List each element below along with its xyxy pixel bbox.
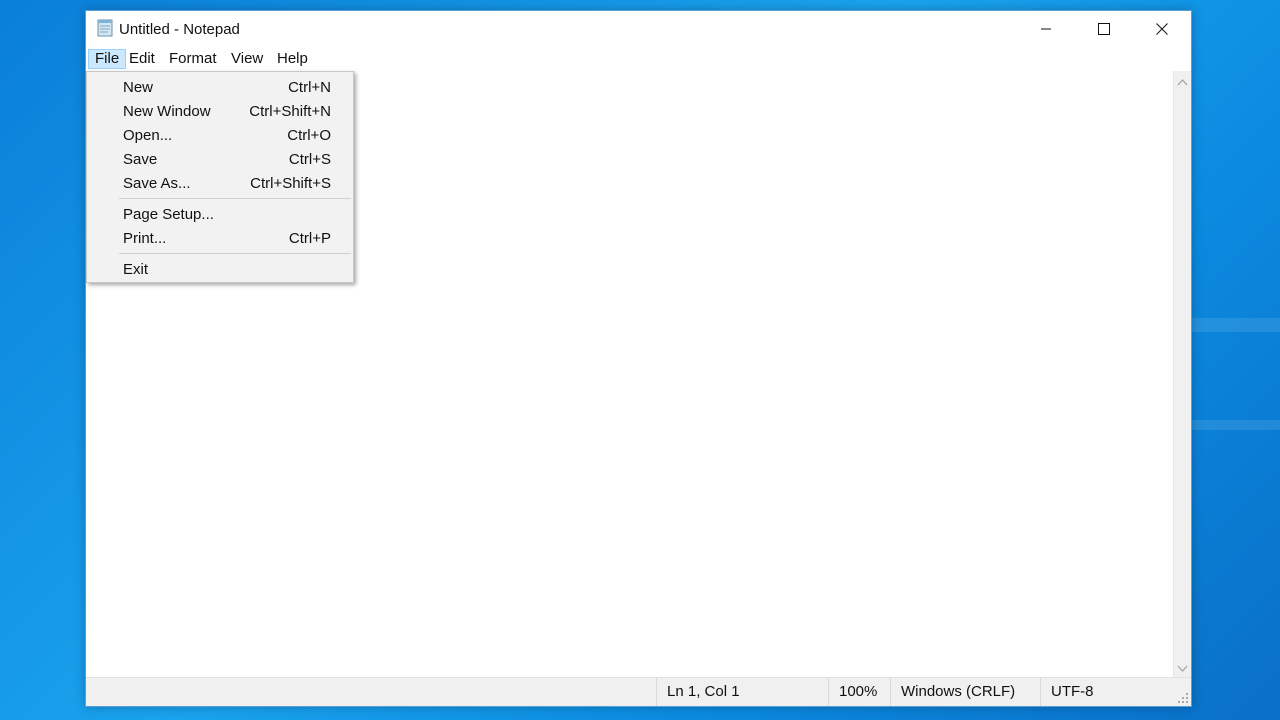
menu-item-shortcut: Ctrl+Shift+N [249,103,331,120]
menu-item-page-setup[interactable]: Page Setup... [89,203,351,227]
menu-item-shortcut: Ctrl+O [287,127,331,144]
menu-item-shortcut: Ctrl+S [288,151,331,168]
notepad-icon [97,19,113,37]
menu-item-label: Open... [123,127,173,144]
close-button[interactable] [1133,11,1191,47]
menu-separator [119,198,351,199]
status-zoom: 100% [828,678,890,706]
menu-help[interactable]: Help [271,49,314,69]
menu-item-label: New [123,79,154,96]
menu-bar: File Edit Format View Help [86,47,1191,71]
status-encoding: UTF-8 [1040,678,1173,706]
menu-item-label: Save [123,151,158,168]
minimize-icon [1041,28,1051,30]
menu-item-label: Exit [123,261,149,278]
status-bar: Ln 1, Col 1 100% Windows (CRLF) UTF-8 [86,677,1191,706]
menu-item-new-window[interactable]: New Window Ctrl+Shift+N [89,100,351,124]
vertical-scrollbar[interactable] [1173,71,1191,678]
minimize-button[interactable] [1017,11,1075,47]
menu-edit[interactable]: Edit [123,49,161,69]
menu-separator [119,253,351,254]
menu-item-new[interactable]: New Ctrl+N [89,76,351,100]
menu-item-label: Print... [123,230,167,247]
scroll-up-arrow-icon[interactable] [1177,77,1188,88]
maximize-button[interactable] [1075,11,1133,47]
menu-item-label: Save As... [123,175,191,192]
menu-item-shortcut: Ctrl+Shift+S [250,175,331,192]
menu-file[interactable]: File [88,49,127,69]
close-icon [1156,23,1168,35]
menu-item-save-as[interactable]: Save As... Ctrl+Shift+S [89,172,351,196]
status-line-ending: Windows (CRLF) [890,678,1040,706]
window-title: Untitled - Notepad [119,21,240,38]
scroll-down-arrow-icon[interactable] [1177,663,1188,674]
menu-item-print[interactable]: Print... Ctrl+P [89,227,351,251]
resize-grip-icon[interactable] [1177,692,1189,704]
menu-view[interactable]: View [225,49,269,69]
menu-item-label: Page Setup... [123,206,214,223]
menu-format[interactable]: Format [163,49,223,69]
menu-item-save[interactable]: Save Ctrl+S [89,148,351,172]
menu-item-shortcut: Ctrl+P [288,230,331,247]
menu-item-open[interactable]: Open... Ctrl+O [89,124,351,148]
menu-item-label: New Window [123,103,211,120]
file-menu-dropdown: New Ctrl+N New Window Ctrl+Shift+N Open.… [86,71,354,283]
title-bar[interactable]: Untitled - Notepad [86,11,1191,47]
status-cursor-position: Ln 1, Col 1 [656,678,828,706]
menu-item-exit[interactable]: Exit [89,258,351,282]
menu-item-shortcut: Ctrl+N [288,79,331,96]
maximize-icon [1098,23,1110,35]
